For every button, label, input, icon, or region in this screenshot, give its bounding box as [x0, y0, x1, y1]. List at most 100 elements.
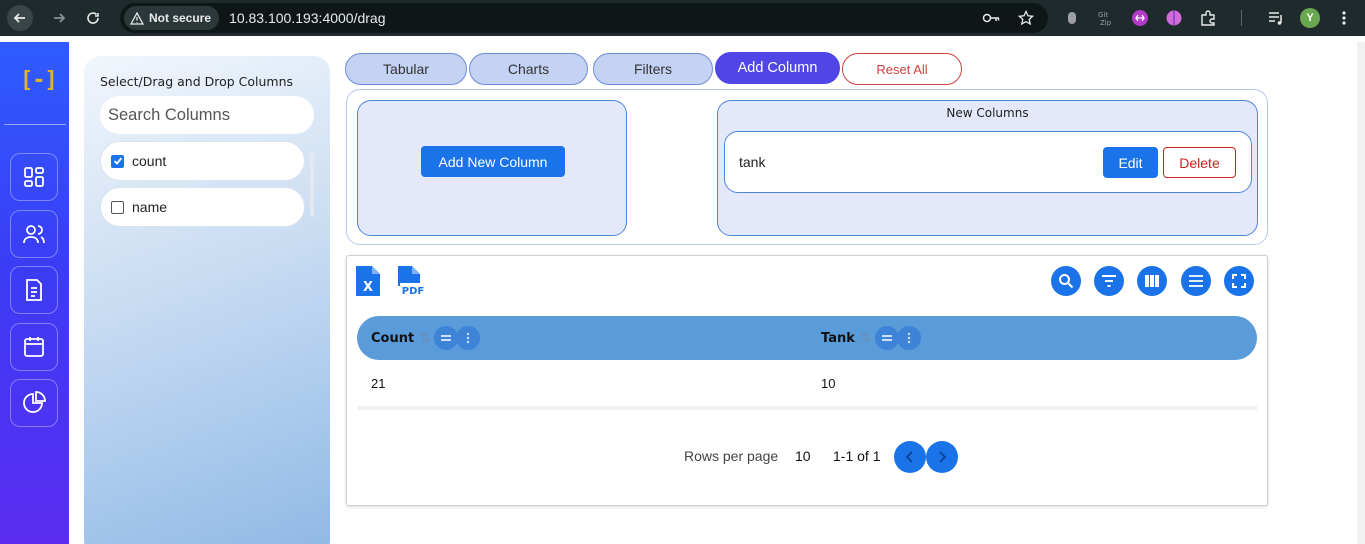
url-text: 10.83.100.193:4000/drag — [229, 10, 386, 26]
view-columns-icon — [1145, 275, 1159, 287]
fullscreen-icon — [1232, 274, 1246, 288]
data-table-card: X PDF Count ⇅ Tank ⇅ 21 10 Rows per page… — [346, 255, 1268, 506]
more-vertical-icon — [907, 332, 911, 344]
column-item-label: count — [132, 153, 167, 169]
column-menu-button[interactable] — [896, 326, 921, 350]
gitzip-extension-icon[interactable]: Git Zip — [1096, 8, 1116, 28]
sidebar-item-calendar[interactable] — [10, 323, 58, 371]
arrow-left-icon — [13, 13, 25, 23]
reload-icon — [87, 12, 99, 24]
app-sidebar: [-] — [0, 42, 69, 544]
sidebar-item-dashboard[interactable] — [10, 153, 58, 201]
app-logo: [-] — [20, 68, 58, 93]
users-icon — [23, 225, 45, 244]
column-item-name[interactable]: name — [100, 187, 305, 227]
media-queue-icon[interactable] — [1266, 8, 1286, 28]
svg-text:Zip: Zip — [1100, 19, 1112, 26]
export-excel-label: X — [363, 280, 373, 295]
new-columns-title: New Columns — [946, 106, 1029, 120]
add-new-column-button[interactable]: Add New Column — [421, 146, 565, 177]
table-header-row: Count ⇅ Tank ⇅ — [357, 316, 1257, 360]
extension-mouse-icon[interactable] — [1062, 8, 1082, 28]
column-item-count[interactable]: count — [100, 141, 305, 181]
table-cell: 10 — [821, 376, 836, 391]
table-header-tank[interactable]: Tank ⇅ — [821, 316, 921, 360]
table-density-button[interactable] — [1181, 266, 1211, 296]
density-lines-icon — [1189, 275, 1203, 287]
sort-icon[interactable]: ⇅ — [861, 331, 871, 345]
edit-button[interactable]: Edit — [1103, 147, 1158, 178]
add-column-section: Add New Column New Columns tank Edit Del… — [346, 89, 1268, 245]
more-vertical-icon — [467, 332, 470, 344]
table-horizontal-scrollbar[interactable] — [357, 406, 1257, 410]
more-menu-icon[interactable] — [1334, 8, 1354, 28]
add-column-card: Add New Column — [357, 100, 627, 236]
column-filter-button[interactable] — [874, 326, 899, 350]
table-columns-button[interactable] — [1137, 266, 1167, 296]
column-menu-button[interactable] — [456, 326, 481, 350]
search-columns-input[interactable] — [108, 105, 308, 125]
next-page-button[interactable] — [926, 441, 958, 473]
sidebar-item-reports[interactable] — [10, 379, 58, 427]
table-filter-button[interactable] — [1094, 266, 1124, 296]
svg-text:Git: Git — [1098, 11, 1108, 19]
equals-lines-icon — [441, 335, 452, 341]
page-scrollbar[interactable] — [1357, 42, 1365, 544]
back-button[interactable] — [7, 5, 33, 31]
document-icon — [26, 279, 42, 301]
chevron-left-icon — [905, 451, 913, 463]
reload-button[interactable] — [80, 5, 106, 31]
table-search-button[interactable] — [1051, 266, 1081, 296]
export-pdf-button[interactable]: PDF — [396, 266, 428, 301]
search-columns-box[interactable] — [100, 96, 314, 134]
page-range: 1-1 of 1 — [833, 448, 881, 464]
security-chip[interactable]: Not secure — [124, 6, 220, 30]
rows-per-page-label: Rows per page — [684, 448, 779, 464]
reset-all-button[interactable]: Reset All — [842, 53, 962, 85]
profile-avatar[interactable]: Y — [1300, 8, 1320, 28]
column-filter-button[interactable] — [434, 326, 459, 350]
new-columns-card: New Columns tank Edit Delete — [717, 100, 1258, 236]
previous-page-button[interactable] — [894, 441, 926, 473]
rows-per-page-select[interactable]: 10 — [795, 448, 811, 464]
table-cell: 21 — [371, 376, 386, 391]
pdf-file-icon: PDF — [398, 266, 426, 297]
table-row: 21 10 — [357, 362, 1257, 408]
chevron-right-icon — [939, 451, 947, 463]
table-fullscreen-button[interactable] — [1224, 266, 1254, 296]
header-label: Tank — [821, 330, 855, 346]
sort-icon[interactable]: ⇅ — [420, 331, 430, 345]
divider-icon — [1232, 8, 1252, 28]
forward-button[interactable] — [46, 5, 72, 31]
warning-icon — [130, 11, 144, 25]
tab-tabular[interactable]: Tabular — [345, 53, 467, 85]
table-header-count[interactable]: Count ⇅ — [371, 316, 481, 360]
checkbox-unchecked[interactable] — [111, 200, 124, 214]
sidebar-divider — [4, 124, 66, 125]
tab-charts[interactable]: Charts — [469, 53, 588, 85]
dashboard-icon — [24, 167, 44, 187]
key-icon[interactable] — [982, 10, 1000, 26]
checkbox-checked[interactable] — [111, 154, 124, 168]
tab-filters[interactable]: Filters — [593, 53, 713, 85]
search-icon — [1059, 274, 1074, 289]
bookmark-star-icon[interactable] — [1018, 10, 1034, 26]
columns-panel: Select/Drag and Drop Columns count name — [84, 56, 330, 544]
columns-scrollbar[interactable] — [310, 151, 314, 217]
header-label: Count — [371, 330, 415, 346]
calendar-icon — [24, 337, 44, 357]
sidebar-item-documents[interactable] — [10, 266, 58, 314]
extension-brain-icon[interactable] — [1164, 8, 1184, 28]
columns-panel-title: Select/Drag and Drop Columns — [100, 74, 294, 89]
excel-file-icon: X — [356, 266, 380, 296]
export-excel-button[interactable]: X — [356, 266, 380, 301]
address-bar[interactable]: Not secure 10.83.100.193:4000/drag — [120, 3, 1048, 33]
sidebar-item-users[interactable] — [10, 210, 58, 258]
browser-toolbar: Not secure 10.83.100.193:4000/drag Git Zi… — [0, 0, 1365, 36]
security-label: Not secure — [149, 11, 212, 25]
delete-button[interactable]: Delete — [1163, 147, 1236, 178]
tab-add-column[interactable]: Add Column — [715, 52, 840, 84]
extension-purple-icon[interactable] — [1130, 8, 1150, 28]
extensions-puzzle-icon[interactable] — [1198, 8, 1218, 28]
new-column-name: tank — [739, 154, 766, 170]
